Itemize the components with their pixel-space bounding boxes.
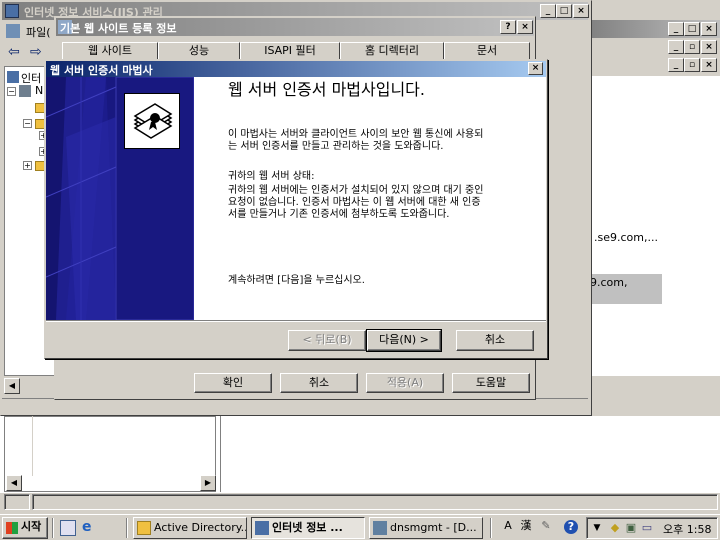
server-icon	[19, 85, 31, 97]
forward-arrow-icon[interactable]: ⇨	[30, 44, 42, 60]
tab-web-site[interactable]: 웹 사이트	[62, 42, 158, 60]
bg-close-button[interactable]: ×	[701, 22, 717, 36]
system-tray: ▼ ◆ ▣ ▭ 오후 1:58	[586, 517, 718, 539]
ime-tool-icon[interactable]: ✎	[538, 518, 554, 534]
taskbar-divider	[126, 518, 128, 538]
dns-icon	[373, 521, 387, 535]
ime-divider	[490, 518, 492, 538]
iis-app-icon	[5, 4, 19, 18]
network-icon[interactable]: ▣	[623, 520, 639, 536]
tree-scroll-right-arrow[interactable]: ▶	[200, 475, 216, 491]
background-tree-lower	[4, 416, 216, 492]
wizard-status-label: 귀하의 웹 서버 상태:	[228, 171, 315, 182]
tray-expand-icon[interactable]: ▼	[589, 520, 605, 536]
clock: 오후 1:58	[663, 523, 712, 536]
wizard-cancel-button[interactable]: 취소	[456, 330, 534, 351]
properties-titlebar: 기본 웹 사이트 등록 정보	[56, 18, 534, 36]
start-label: 시작	[21, 520, 42, 533]
bg-minimize-button[interactable]: _	[668, 22, 684, 36]
tree-expand-icon[interactable]: +	[23, 161, 32, 170]
quicklaunch-divider	[52, 518, 54, 538]
wizard-content: 웹 서버 인증서 마법사입니다. 이 마법사는 서버와 클라이언트 사이의 보안…	[194, 77, 546, 320]
bg2-close-button[interactable]: ×	[701, 40, 717, 54]
bg2-minimize-button[interactable]: _	[668, 40, 684, 54]
task-label: 인터넷 정보 ...	[272, 521, 343, 534]
bg3-close-button[interactable]: ×	[701, 58, 717, 72]
ime-help-icon[interactable]: ?	[564, 520, 578, 534]
bg2-restore-button[interactable]: ▫	[684, 40, 700, 54]
tree-node-label[interactable]: N	[35, 84, 43, 97]
active-directory-icon	[137, 521, 151, 535]
task-iis-manager[interactable]: 인터넷 정보 ...	[251, 517, 365, 539]
properties-ok-button[interactable]: 확인	[194, 373, 272, 393]
status-pane-2	[32, 494, 718, 510]
wizard-intro-text: 이 마법사는 서버와 클라이언트 사이의 보안 웹 통신에 사용되는 서버 인증…	[228, 129, 484, 152]
status-pane-1	[4, 494, 30, 510]
computer-icon	[7, 71, 19, 83]
properties-help-button[interactable]: ?	[500, 20, 516, 34]
iis-maximize-button[interactable]: □	[556, 4, 572, 18]
background-lower-pane	[220, 416, 720, 492]
tab-isapi-filter[interactable]: ISAPI 필터	[240, 42, 340, 60]
task-active-directory[interactable]: Active Directory...	[133, 517, 247, 539]
internet-explorer-icon[interactable]: e	[82, 519, 98, 535]
wizard-close-button[interactable]: ×	[528, 62, 543, 75]
properties-close-button[interactable]: ×	[517, 20, 533, 34]
monitor-icon[interactable]: ▭	[639, 520, 655, 536]
background-tree-lower-line	[32, 416, 33, 476]
certificate-icon	[124, 93, 180, 149]
ime-hanja-icon[interactable]: 漢	[518, 518, 534, 534]
wizard-title: 웹 서버 인증서 마법사	[50, 64, 153, 77]
properties-cancel-button[interactable]: 취소	[280, 373, 358, 393]
background-list-text-1: .se9.com,...	[594, 231, 658, 244]
back-arrow-icon[interactable]: ⇦	[8, 44, 20, 60]
wizard-next-button[interactable]: 다음(N) >	[366, 329, 442, 352]
tab-home-directory[interactable]: 홈 디렉터리	[340, 42, 444, 60]
task-label: dnsmgmt - [D...	[390, 521, 477, 534]
windows-logo-icon	[6, 522, 18, 534]
iis-icon	[255, 521, 269, 535]
iis-close-button[interactable]: ×	[573, 4, 589, 18]
tab-performance[interactable]: 성능	[158, 42, 240, 60]
iis-minimize-button[interactable]: _	[540, 4, 556, 18]
properties-apply-button[interactable]: 적용(A)	[366, 373, 444, 393]
tree-expand-icon[interactable]: −	[23, 119, 32, 128]
properties-help-button-bottom[interactable]: 도움말	[452, 373, 530, 393]
ime-language-icon[interactable]: A	[500, 518, 516, 534]
wizard-heading: 웹 서버 인증서 마법사입니다.	[228, 80, 425, 99]
start-button[interactable]: 시작	[2, 517, 48, 539]
task-dnsmgmt[interactable]: dnsmgmt - [D...	[369, 517, 483, 539]
wizard-status-text: 귀하의 웹 서버에는 인증서가 설치되어 있지 않으며 대기 중인 요청이 없습…	[228, 185, 484, 220]
wizard-banner	[46, 77, 194, 320]
task-label: Active Directory...	[154, 521, 247, 534]
tree-scroll-left-arrow[interactable]: ◀	[6, 475, 22, 491]
wizard-continue-text: 계속하려면 [다음]을 누르십시오.	[228, 275, 365, 286]
iis-scroll-left-arrow[interactable]: ◀	[4, 378, 20, 394]
wizard-back-button[interactable]: < 뒤로(B)	[288, 330, 366, 351]
menu-file[interactable]: 파일(	[26, 24, 51, 40]
taskbar: 시작 e Active Directory... 인터넷 정보 ... dnsm…	[0, 514, 720, 540]
iis-statusbar	[2, 398, 588, 414]
wizard-titlebar: 웹 서버 인증서 마법사	[46, 61, 546, 77]
bg-maximize-button[interactable]: □	[684, 22, 700, 36]
background-list-text-2: 9.com,	[590, 276, 628, 289]
bg3-restore-button[interactable]: ▫	[684, 58, 700, 72]
mmc-icon	[6, 24, 20, 38]
background-list-pane	[588, 76, 720, 376]
properties-title: 기본 웹 사이트 등록 정보	[60, 22, 177, 35]
bg3-minimize-button[interactable]: _	[668, 58, 684, 72]
security-shield-icon[interactable]: ◆	[607, 520, 623, 536]
show-desktop-icon[interactable]	[60, 520, 76, 536]
tree-expand-icon[interactable]: −	[7, 87, 16, 96]
tab-documents[interactable]: 문서	[444, 42, 530, 60]
wizard-separator	[46, 320, 546, 322]
